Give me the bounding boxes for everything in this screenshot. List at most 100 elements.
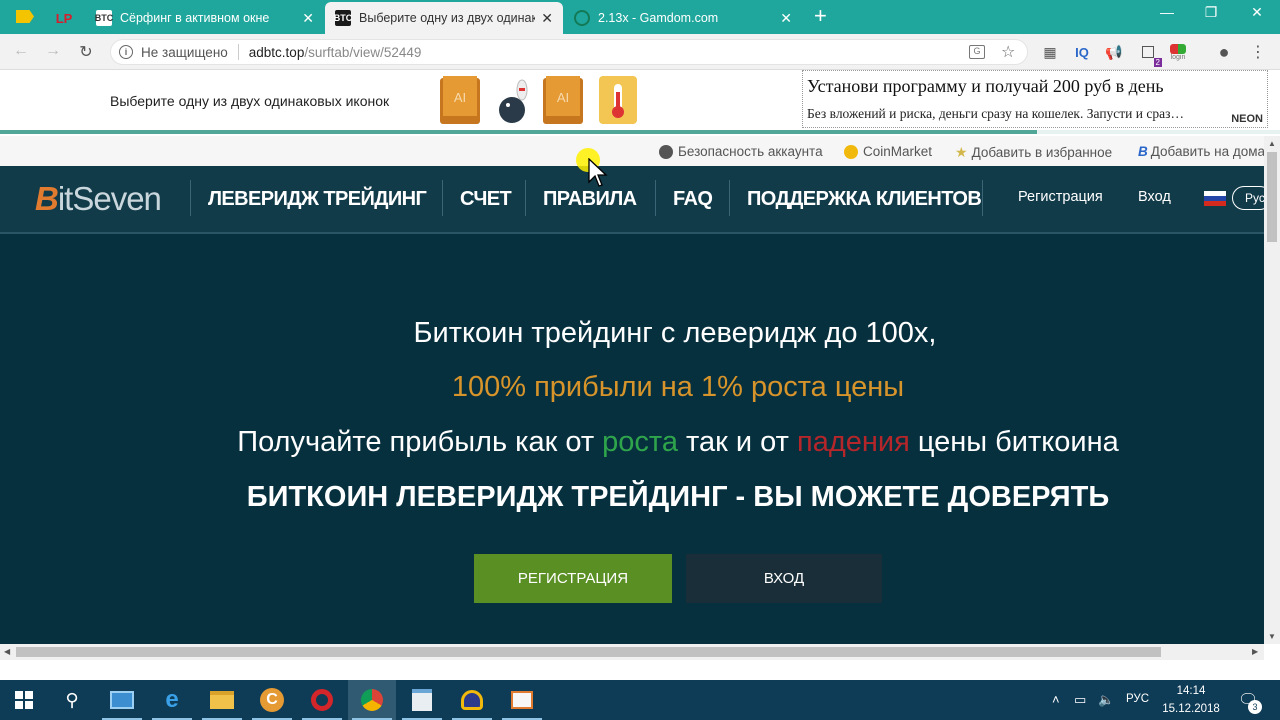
browser-toolbar: ← → ↻ i Не защищено adbtc.top/surftab/vi… — [0, 34, 1280, 70]
tab-active-choose-icons[interactable]: BTC Выберите одну из двух одинаковых ✕ — [325, 2, 563, 34]
vertical-scroll-thumb[interactable] — [1267, 152, 1277, 242]
nav-account[interactable]: СЧЕТ — [460, 188, 512, 211]
ad-brand: NEON — [1231, 113, 1263, 125]
input-language[interactable]: РУС — [1126, 693, 1149, 705]
hero-section: Биткоин трейдинг с леверидж до 100х, 100… — [0, 234, 1264, 644]
menu-kebab-icon[interactable]: ⋮ — [1248, 42, 1268, 62]
bookmark-star-icon[interactable]: ☆ — [1001, 42, 1015, 62]
surf-progress-bar — [0, 130, 1280, 134]
hero-profit-line: 100% прибыли на 1% роста цены — [451, 371, 905, 403]
notepad-icon[interactable] — [398, 680, 446, 720]
clock-date[interactable]: 15.12.2018 — [1158, 703, 1224, 715]
file-explorer-icon[interactable] — [198, 680, 246, 720]
edge-browser-icon[interactable]: e — [148, 680, 196, 720]
illustrator-icon[interactable]: AI — [440, 76, 480, 124]
info-icon[interactable]: i — [119, 45, 133, 59]
coin-app-icon[interactable]: C — [248, 680, 296, 720]
url-host: adbtc.top — [248, 44, 305, 60]
tab-title: 2.13x - Gamdom.com — [598, 11, 719, 25]
scroll-down-arrow-icon[interactable]: ▼ — [1268, 632, 1276, 641]
start-windows-icon[interactable] — [0, 680, 48, 720]
forward-icon[interactable]: → — [42, 42, 64, 60]
search-icon[interactable]: ⚲ — [48, 680, 96, 720]
window-bottom-edge — [0, 660, 1280, 680]
add-homepage-link[interactable]: B Добавить на дома — [1138, 144, 1265, 159]
coinmarket-link[interactable]: CoinMarket — [844, 144, 932, 159]
iq-extension-icon[interactable]: IQ — [1072, 42, 1092, 62]
network-icon[interactable]: ▭ — [1074, 692, 1086, 708]
nav-rules[interactable]: ПРАВИЛА — [543, 188, 637, 211]
image-app-icon[interactable] — [498, 680, 546, 720]
account-icon[interactable]: ● — [1214, 42, 1234, 62]
scroll-up-arrow-icon[interactable]: ▲ — [1268, 139, 1276, 148]
login-extension-icon[interactable]: login — [1168, 42, 1188, 62]
scroll-right-arrow-icon[interactable]: ▶ — [1252, 647, 1258, 656]
url-path: /surftab/view/52449 — [304, 44, 422, 60]
nav-divider — [729, 180, 730, 216]
megaphone-icon[interactable]: 📢 — [1104, 42, 1124, 62]
fall-word: падения — [796, 426, 910, 458]
site-header: BitSeven ЛЕВЕРИДЖ ТРЕЙДИНГ СЧЕТ ПРАВИЛА … — [0, 166, 1272, 234]
chrome-browser-icon[interactable] — [348, 680, 396, 720]
yellow-tab-icon[interactable] — [16, 10, 34, 23]
close-window-icon[interactable]: ✕ — [1234, 4, 1280, 21]
ad-banner[interactable]: Установи программу и получай 200 руб в д… — [802, 70, 1268, 128]
tab-gamdom[interactable]: 2.13x - Gamdom.com ✕ — [564, 2, 802, 34]
tab-lp[interactable]: LP — [46, 2, 82, 34]
svg-text:AI: AI — [557, 90, 569, 105]
tab-close-icon[interactable]: ✕ — [302, 10, 314, 27]
tab-surfing[interactable]: BTC Сёрфинг в активном окне ✕ — [86, 2, 324, 34]
nav-faq[interactable]: FAQ — [673, 188, 713, 211]
clock-time[interactable]: 14:14 — [1166, 685, 1216, 697]
gamdom-favicon-icon — [574, 10, 590, 26]
login-button[interactable]: ВХОД — [686, 554, 882, 603]
login-link[interactable]: Вход — [1138, 189, 1171, 205]
btc-favicon-icon: BTC — [95, 10, 113, 26]
register-button[interactable]: РЕГИСТРАЦИЯ — [474, 554, 672, 603]
tab-title: Выберите одну из двух одинаковых — [359, 11, 535, 25]
extension-badge-icon[interactable]: 2 — [1138, 42, 1162, 67]
thermometer-icon[interactable] — [598, 76, 638, 124]
tab-close-icon[interactable]: ✕ — [541, 10, 553, 27]
ad-text[interactable]: Без вложений и риска, деньги сразу на ко… — [807, 106, 1184, 122]
rise-word: роста — [602, 426, 678, 458]
surf-progress-fill — [0, 130, 1037, 134]
lp-favicon-icon: LP — [55, 10, 73, 26]
hero-profit-both-ways: Получайте прибыль как от роста так и от … — [237, 426, 1119, 458]
badge-count: 2 — [1153, 58, 1162, 67]
opera-browser-icon[interactable] — [298, 680, 346, 720]
horizontal-scrollbar[interactable]: ◀ ▶ — [0, 644, 1264, 660]
tray-chevron-icon[interactable]: ˄ — [1052, 692, 1060, 707]
bitseven-logo[interactable]: BitSeven — [35, 180, 162, 218]
new-tab-button[interactable]: + — [814, 3, 827, 29]
illustrator-icon[interactable]: AI — [543, 76, 583, 124]
translate-icon[interactable]: G — [969, 45, 985, 59]
tab-close-icon[interactable]: ✕ — [780, 10, 792, 27]
russia-flag-icon[interactable] — [1204, 191, 1226, 206]
scroll-left-arrow-icon[interactable]: ◀ — [4, 647, 10, 656]
bowling-icon[interactable] — [492, 76, 532, 124]
apps-grid-icon[interactable]: ▦ — [1040, 42, 1060, 62]
volume-icon[interactable]: 🔈 — [1098, 692, 1114, 708]
desktop-app-icon[interactable] — [98, 680, 146, 720]
back-icon[interactable]: ← — [10, 42, 32, 60]
link-label: Добавить в избранное — [971, 145, 1113, 160]
b-icon: B — [1138, 144, 1148, 159]
headphones-app-icon[interactable] — [448, 680, 496, 720]
notification-count: 3 — [1248, 700, 1262, 714]
login-label: login — [1170, 53, 1186, 61]
nav-leverage-trading[interactable]: ЛЕВЕРИДЖ ТРЕЙДИНГ — [208, 188, 427, 211]
add-favorites-link[interactable]: ★ Добавить в избранное — [955, 144, 1112, 161]
address-bar[interactable]: i Не защищено adbtc.top/surftab/view/524… — [110, 39, 1028, 65]
nav-support[interactable]: ПОДДЕРЖКА КЛИЕНТОВ — [747, 188, 982, 211]
nav-divider — [525, 180, 526, 216]
minimize-icon[interactable]: — — [1144, 4, 1190, 20]
account-security-link[interactable]: Безопасность аккаунта — [659, 144, 823, 159]
reload-icon[interactable]: ↻ — [75, 42, 97, 62]
register-link[interactable]: Регистрация — [1018, 189, 1103, 205]
restore-icon[interactable]: ❐ — [1188, 4, 1234, 21]
horizontal-scroll-thumb[interactable] — [16, 647, 1161, 657]
vertical-scrollbar[interactable]: ▲ ▼ — [1264, 136, 1280, 644]
windows-taskbar: ⚲ e C ˄ ▭ 🔈 РУС 14:14 15.12.2018 🗨 3 — [0, 680, 1280, 720]
ad-title[interactable]: Установи программу и получай 200 руб в д… — [807, 76, 1164, 97]
